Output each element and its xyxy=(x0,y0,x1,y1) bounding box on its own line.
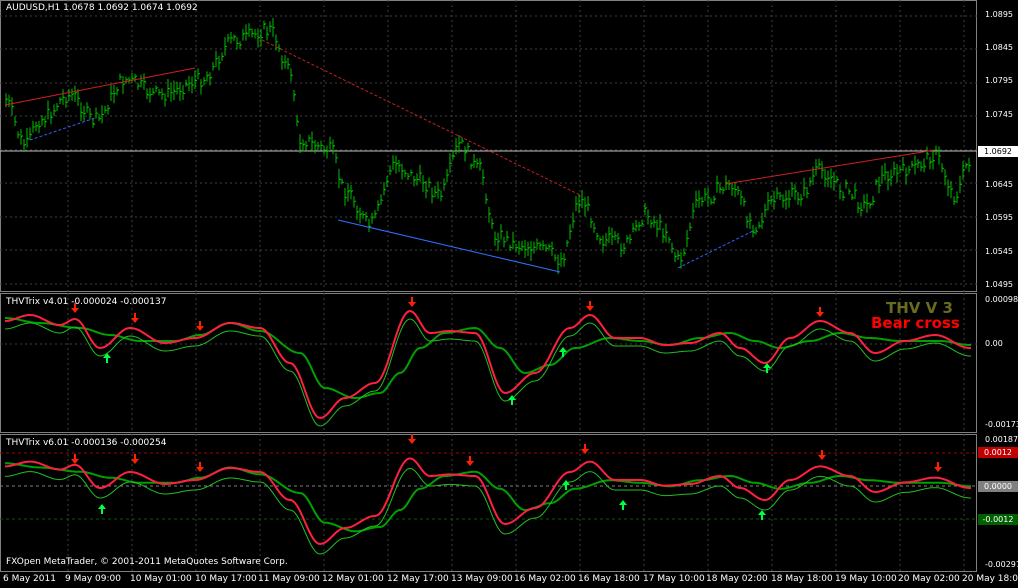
time-axis-label: 20 May 18:00 xyxy=(962,574,1018,584)
buy-arrow-icon xyxy=(763,363,771,373)
price-bar-close xyxy=(605,239,609,241)
price-bar-close xyxy=(770,199,774,201)
time-axis-label: 12 May 01:00 xyxy=(322,574,384,584)
price-axis-label: 1.0745 xyxy=(985,110,1013,119)
trendline xyxy=(261,39,581,196)
copyright-text: FXOpen MetaTrader, © 2001-2011 MetaQuote… xyxy=(6,557,288,567)
trix-v6-axis-label: -0.00297 xyxy=(985,560,1018,569)
trix-signal-line xyxy=(4,318,971,427)
price-axis-label: 1.0495 xyxy=(985,280,1013,289)
sell-arrow-icon xyxy=(816,307,824,317)
price-bar-close xyxy=(86,106,90,109)
price-bar-close xyxy=(221,55,225,58)
time-axis-label: 17 May 10:00 xyxy=(643,574,705,584)
time-axis-label: 13 May 09:00 xyxy=(451,574,513,584)
metatrader-chart-window: AUDUSD,H1 1.0678 1.0692 1.0674 1.0692 1.… xyxy=(0,0,1018,588)
price-bar-close xyxy=(545,247,549,250)
sell-arrow-icon xyxy=(71,454,79,464)
current-price-box: 1.0692 xyxy=(978,146,1018,157)
sell-arrow-icon xyxy=(196,321,204,331)
time-axis-label: 16 May 02:00 xyxy=(514,574,576,584)
trix-v4-axis-label: 0.00 xyxy=(985,339,1003,348)
price-bar-close xyxy=(440,195,444,197)
price-bar-close xyxy=(515,246,519,249)
price-axis-label: 1.0545 xyxy=(985,247,1013,256)
price-bar-close xyxy=(611,235,615,238)
price-bar-close xyxy=(509,246,513,249)
sell-arrow-icon xyxy=(586,301,594,311)
time-axis-label: 20 May 02:00 xyxy=(898,574,960,584)
trendline xyxy=(337,219,561,273)
price-bar-close xyxy=(362,213,366,216)
trix-v6-title: THVTrix v6.01 -0.000136 -0.000254 xyxy=(6,438,167,448)
price-bar-close xyxy=(737,189,741,192)
trix-v4-axis-label: -0.00173 xyxy=(985,420,1018,429)
time-axis-label: 9 May 09:00 xyxy=(65,574,121,584)
level-high-box: 0.0012 xyxy=(978,447,1018,458)
price-axis-label: 1.0845 xyxy=(985,43,1013,52)
sell-arrow-icon xyxy=(934,462,942,472)
time-axis-label: 18 May 02:00 xyxy=(706,574,768,584)
trix-v4-canvas xyxy=(0,293,977,433)
price-bar-close xyxy=(170,91,174,94)
trix-v6-axis-label: 0.00187 xyxy=(985,435,1018,444)
price-axis-label: 1.0895 xyxy=(985,10,1013,19)
time-axis-label: 12 May 17:00 xyxy=(387,574,449,584)
price-bar-close xyxy=(593,227,597,229)
buy-arrow-icon xyxy=(559,347,567,357)
bear-cross-signal: Bear cross xyxy=(871,314,960,332)
time-axis-label: 16 May 18:00 xyxy=(578,574,640,584)
time-axis-label: 6 May 2011 xyxy=(3,574,56,584)
price-bar-close xyxy=(848,190,852,193)
price-axis-label: 1.0595 xyxy=(985,213,1013,222)
buy-arrow-icon xyxy=(619,500,627,510)
level-low-box: -0.0012 xyxy=(978,514,1018,525)
price-bar-close xyxy=(62,96,66,99)
price-bar-close xyxy=(44,121,48,123)
trendline xyxy=(29,117,96,141)
time-axis-label: 11 May 09:00 xyxy=(258,574,320,584)
price-axis-label: 1.0795 xyxy=(985,76,1013,85)
trix-fast-line xyxy=(4,457,971,545)
price-bar-close xyxy=(668,238,672,241)
price-bar-close xyxy=(677,254,681,257)
sell-arrow-icon xyxy=(408,297,416,307)
sell-arrow-icon xyxy=(196,462,204,472)
price-bar-close xyxy=(254,33,258,35)
price-chart-title: AUDUSD,H1 1.0678 1.0692 1.0674 1.0692 xyxy=(6,3,198,13)
price-bar-close xyxy=(455,145,459,148)
price-bar-close xyxy=(308,137,312,139)
buy-arrow-icon xyxy=(98,504,106,514)
buy-arrow-icon xyxy=(562,480,570,490)
price-bar-close xyxy=(815,166,819,168)
price-bar-close xyxy=(269,25,273,28)
time-axis-label: 18 May 18:00 xyxy=(771,574,833,584)
price-bar-close xyxy=(374,213,378,215)
price-bar-close xyxy=(89,113,93,115)
trix-v4-axis-label: 0.00098 xyxy=(985,295,1018,304)
trendline xyxy=(677,229,756,269)
trix-v4-title: THVTrix v4.01 -0.000024 -0.000137 xyxy=(6,297,167,307)
trix-v6-canvas xyxy=(0,434,977,572)
price-bar-close xyxy=(722,189,726,191)
price-chart-canvas xyxy=(0,0,977,292)
price-bar-close xyxy=(551,247,555,250)
level-zero-box: 0.0000 xyxy=(978,481,1018,492)
time-axis-label: 19 May 10:00 xyxy=(835,574,897,584)
price-bar-close xyxy=(167,87,171,90)
time-axis-label: 10 May 01:00 xyxy=(130,574,192,584)
price-bar-close xyxy=(833,180,837,183)
sell-arrow-icon xyxy=(818,450,826,460)
price-bar-close xyxy=(212,65,216,68)
sell-arrow-icon xyxy=(408,434,416,444)
price-bar-close xyxy=(635,225,639,227)
price-bar-close xyxy=(281,61,285,64)
time-axis-label: 10 May 17:00 xyxy=(195,574,257,584)
sell-arrow-icon xyxy=(466,456,474,466)
price-axis-label: 1.0645 xyxy=(985,180,1013,189)
